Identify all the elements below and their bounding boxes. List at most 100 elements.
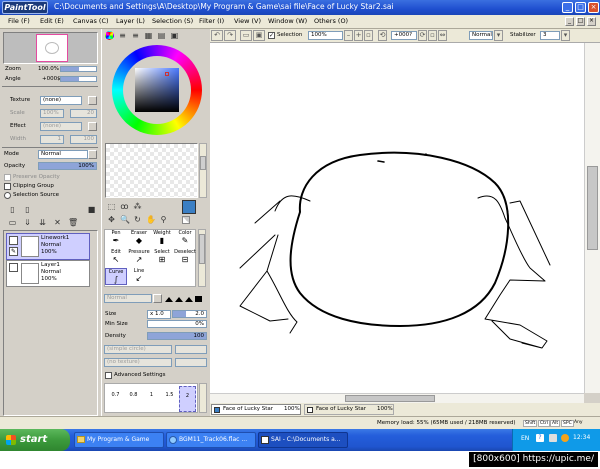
new-layer-icon[interactable]: ▯	[7, 204, 18, 215]
texture-select[interactable]: (none)	[40, 96, 82, 105]
maximize-button[interactable]: □	[575, 2, 586, 13]
canvas-angle-field[interactable]: +000?	[391, 31, 417, 40]
tool-pen[interactable]: Pen ✒	[105, 230, 127, 247]
deselect-icon[interactable]: ▭	[240, 30, 252, 41]
preserve-opacity-checkbox[interactable]	[4, 174, 11, 181]
menu-view[interactable]: View (V)	[234, 17, 261, 25]
tool-deselect[interactable]: Deselect ⊟	[174, 249, 196, 266]
rotate-left-icon[interactable]: ⟲	[378, 30, 387, 41]
zoom-out-icon[interactable]: –	[344, 30, 353, 41]
min-size-slider[interactable]: 0%	[147, 320, 207, 328]
delete-layer-icon[interactable]: 🗑	[67, 217, 78, 228]
hsv-slider-mode-icon[interactable]: ≡	[130, 30, 141, 41]
canvas-horizontal-scrollbar[interactable]	[210, 393, 584, 403]
canvas-tab-active[interactable]: Face of Lucky Star 100%	[211, 404, 301, 415]
help-icon[interactable]: ?	[536, 434, 544, 442]
navigator-viewport[interactable]	[36, 34, 68, 62]
pen-icon[interactable]: ✎	[9, 247, 18, 256]
size-preset-selected[interactable]: 2	[179, 386, 196, 412]
vertical-scroll-thumb[interactable]	[587, 166, 598, 250]
zoom-reset-icon[interactable]: ▫	[364, 30, 373, 41]
reset-rotation-icon[interactable]: ▫	[428, 30, 437, 41]
stabilizer-dropdown-icon[interactable]: ▾	[561, 30, 570, 41]
texture-button[interactable]	[88, 96, 97, 105]
density-slider[interactable]: 100	[147, 332, 207, 340]
language-indicator[interactable]: EN	[521, 435, 529, 442]
transparent-color-toggle[interactable]	[182, 216, 190, 224]
merge-down-icon[interactable]: ⇊	[37, 217, 48, 228]
flip-horizontal-icon[interactable]: ⇔	[438, 30, 447, 41]
width-num[interactable]: 100	[70, 135, 97, 144]
layer-row-linework1[interactable]: ✎ Linework1 Normal 100%	[6, 233, 90, 260]
eye-icon[interactable]	[9, 236, 18, 245]
navigator-preview[interactable]	[3, 32, 98, 64]
redo-icon[interactable]: ↷	[224, 30, 236, 41]
menu-window[interactable]: Window (W)	[268, 17, 307, 25]
tool-weight[interactable]: Weight ▮	[151, 230, 173, 247]
effect-button[interactable]	[88, 122, 97, 131]
menu-selection[interactable]: Selection (S)	[152, 17, 193, 25]
tool-select[interactable]: Select ⊞	[151, 249, 173, 266]
clear-layer-icon[interactable]: ✕	[52, 217, 63, 228]
brush-tip-shapes[interactable]	[165, 295, 205, 303]
horizontal-scroll-thumb[interactable]	[345, 395, 435, 402]
invert-select-icon[interactable]: ▣	[253, 30, 265, 41]
tool-grid-scrollbar[interactable]	[198, 229, 206, 287]
brush-texture-select[interactable]: (no texture)	[104, 358, 172, 367]
rgb-slider-mode-icon[interactable]: ≡	[117, 30, 128, 41]
minimize-button[interactable]: _	[562, 2, 573, 13]
start-button[interactable]: start	[0, 429, 70, 451]
zoom-tool-icon[interactable]: 🔍	[119, 214, 130, 225]
taskbar-item-sai[interactable]: SAI - C:\Documents a...	[258, 432, 348, 448]
selection-source-radio[interactable]	[4, 192, 11, 199]
hand-icon[interactable]: ✋	[145, 214, 156, 225]
transfer-down-icon[interactable]: ⇓	[22, 217, 33, 228]
tool-line[interactable]: Line ↙	[128, 268, 150, 285]
inner-maximize-button[interactable]: □	[576, 17, 585, 26]
menu-others[interactable]: Others (O)	[314, 17, 348, 25]
drawing-canvas[interactable]	[210, 43, 584, 393]
brush-shape-select[interactable]: (simple circle)	[104, 345, 172, 354]
menu-layer[interactable]: Layer (L)	[116, 17, 145, 25]
scratchpad-mode-icon[interactable]: ▣	[169, 30, 180, 41]
tool-edit[interactable]: Edit ↖	[105, 249, 127, 266]
close-button[interactable]: ×	[588, 2, 599, 13]
layer-row-layer1[interactable]: Layer1 Normal 100%	[6, 260, 90, 287]
stabilizer-select[interactable]: 3	[540, 31, 560, 40]
zoom-slider[interactable]	[60, 66, 97, 72]
hue-ring[interactable]	[112, 45, 202, 135]
tool-color[interactable]: Color ✎	[174, 230, 196, 247]
advanced-settings-checkbox[interactable]	[105, 372, 112, 379]
swatch-mode-icon[interactable]: ▤	[156, 30, 167, 41]
inner-close-button[interactable]: ×	[587, 17, 596, 26]
canvas-vertical-scrollbar[interactable]	[584, 43, 600, 393]
rotate-icon[interactable]: ↻	[132, 214, 143, 225]
taskbar-item-music[interactable]: BGM11_Track06.flac ...	[166, 432, 256, 448]
canvas-zoom-field[interactable]: 100%	[308, 31, 343, 40]
mode-dropdown-icon[interactable]: ▾	[494, 30, 503, 41]
width-value[interactable]: 1	[40, 135, 64, 144]
brush-mode-select[interactable]: Normal	[104, 294, 152, 303]
move-icon[interactable]: ✥	[106, 214, 117, 225]
canvas-mode-field[interactable]: Normal	[469, 31, 493, 40]
inner-minimize-button[interactable]: _	[565, 17, 574, 26]
size-preset[interactable]: 0.8	[125, 386, 142, 412]
color-wheel-mode-icon[interactable]	[105, 31, 114, 40]
menu-file[interactable]: File (F)	[8, 17, 30, 25]
lasso-icon[interactable]: ꝏ	[119, 201, 130, 212]
angle-slider[interactable]	[60, 76, 97, 82]
scratchpad-scrollbar[interactable]	[199, 143, 207, 198]
scratchpad[interactable]	[105, 143, 198, 198]
tool-eraser[interactable]: Eraser ◆	[128, 230, 150, 247]
eye-icon[interactable]	[9, 263, 18, 272]
new-folder-icon[interactable]: ▭	[7, 217, 18, 228]
selection-checkbox[interactable]: ✓	[268, 32, 275, 39]
clipping-group-checkbox[interactable]	[4, 183, 11, 190]
canvas-tab[interactable]: Face of Lucky Star 100%	[304, 404, 394, 415]
brush-texture-amount[interactable]	[175, 358, 207, 367]
scale-num[interactable]: 20	[70, 109, 97, 118]
scale-value[interactable]: 100%	[40, 109, 64, 118]
tool-pressure[interactable]: Pressure ↗	[128, 249, 150, 266]
undo-icon[interactable]: ↶	[211, 30, 223, 41]
palette-mode-icon[interactable]: ▦	[143, 30, 154, 41]
